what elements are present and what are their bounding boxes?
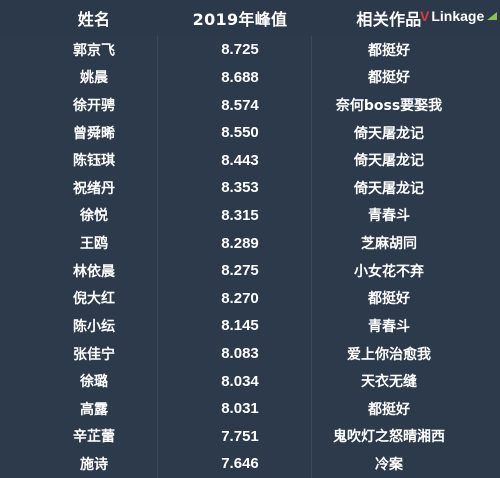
actor-name: 高露: [80, 401, 108, 418]
related-work: 都挺好: [368, 291, 410, 308]
related-work: 芝麻胡同: [361, 236, 417, 253]
peak-score: 8.275: [221, 262, 259, 280]
actor-name: 林依晨: [73, 263, 115, 280]
actor-name: 陈钰琪: [73, 153, 115, 170]
table-row: 徐璐 8.034 天衣无缝: [0, 367, 500, 395]
peak-score: 8.688: [221, 68, 259, 86]
watermark-v: V: [420, 8, 430, 24]
table-row: 陈钰琪 8.443 倚天屠龙记: [0, 146, 500, 174]
actor-name: 曾舜晞: [73, 125, 115, 142]
related-work: 倚天屠龙记: [354, 153, 424, 170]
header-name: 姓名: [77, 10, 111, 29]
related-work: 青春斗: [368, 208, 410, 225]
table-row: 徐开骋 8.574 奈何boss要娶我: [0, 91, 500, 119]
table-row: 徐悦 8.315 青春斗: [0, 202, 500, 230]
peak-score: 7.646: [221, 455, 259, 473]
actor-name: 姚晨: [80, 70, 108, 87]
table-body: 郭京飞 8.725 都挺好 姚晨 8.688 都挺好 徐开骋 8.574 奈何b…: [0, 36, 500, 478]
peak-score: 8.083: [221, 345, 259, 362]
related-work: 都挺好: [368, 42, 410, 59]
table-row: 王鸥 8.289 芝麻胡同: [0, 229, 500, 257]
actor-name: 张佳宁: [73, 346, 115, 363]
actor-name: 徐璐: [80, 374, 108, 391]
actor-name: 辛芷蕾: [73, 429, 115, 446]
related-work: 奈何boss要娶我: [335, 98, 443, 115]
table-row: 祝绪丹 8.353 倚天屠龙记: [0, 174, 500, 202]
ranking-table: 姓名 2019年峰值 相关作品 V Linkage 郭京飞 8.725 都挺好 姚…: [0, 0, 500, 478]
related-work: 小女花不弃: [354, 263, 424, 280]
peak-score: 8.725: [221, 41, 259, 59]
related-work: 倚天屠龙记: [354, 180, 424, 197]
peak-score: 8.034: [221, 372, 259, 390]
actor-name: 倪大红: [73, 291, 115, 308]
actor-name: 王鸥: [80, 236, 108, 253]
actor-name: 郭京飞: [73, 42, 115, 59]
peak-score: 8.031: [221, 400, 259, 418]
peak-score: 8.289: [221, 234, 259, 252]
peak-score: 8.574: [221, 96, 259, 114]
vlinkage-watermark: V Linkage: [420, 8, 498, 24]
related-work: 鬼吹灯之怒晴湘西: [333, 429, 445, 446]
actor-name: 陈小纭: [73, 318, 115, 335]
actor-name: 祝绪丹: [73, 180, 115, 197]
related-work: 都挺好: [368, 401, 410, 418]
table-row: 姚晨 8.688 都挺好: [0, 64, 500, 92]
peak-score: 8.550: [221, 124, 259, 142]
peak-score: 8.315: [221, 206, 259, 224]
table-row: 高露 8.031 都挺好: [0, 395, 500, 423]
header-score: 2019年峰值: [192, 10, 288, 29]
related-work: 冷案: [375, 456, 403, 473]
related-work: 都挺好: [368, 70, 410, 87]
peak-score: 8.145: [221, 317, 259, 335]
table-row: 倪大红 8.270 都挺好: [0, 284, 500, 312]
table-row: 郭京飞 8.725 都挺好: [0, 36, 500, 64]
peak-score: 7.751: [221, 427, 259, 445]
peak-score: 8.353: [221, 179, 259, 197]
table-row: 曾舜晞 8.550 倚天屠龙记: [0, 119, 500, 147]
peak-score: 8.443: [221, 151, 259, 169]
watermark-flag-icon: [487, 12, 498, 20]
related-work: 爱上你治愈我: [347, 346, 431, 363]
table-row: 林依晨 8.275 小女花不弃: [0, 257, 500, 285]
actor-name: 徐悦: [80, 208, 108, 225]
table-row: 辛芷蕾 7.751 鬼吹灯之怒晴湘西: [0, 423, 500, 451]
table-row: 陈小纭 8.145 青春斗: [0, 312, 500, 340]
related-work: 倚天屠龙记: [354, 125, 424, 142]
peak-score: 8.270: [221, 289, 259, 307]
related-work: 天衣无缝: [361, 374, 417, 391]
actor-name: 施诗: [80, 456, 108, 473]
related-work: 青春斗: [368, 318, 410, 335]
table-row: 张佳宁 8.083 爱上你治愈我: [0, 340, 500, 368]
actor-name: 徐开骋: [73, 98, 115, 115]
table-row: 施诗 7.646 冷案: [0, 450, 500, 478]
watermark-rest: Linkage: [431, 8, 485, 24]
